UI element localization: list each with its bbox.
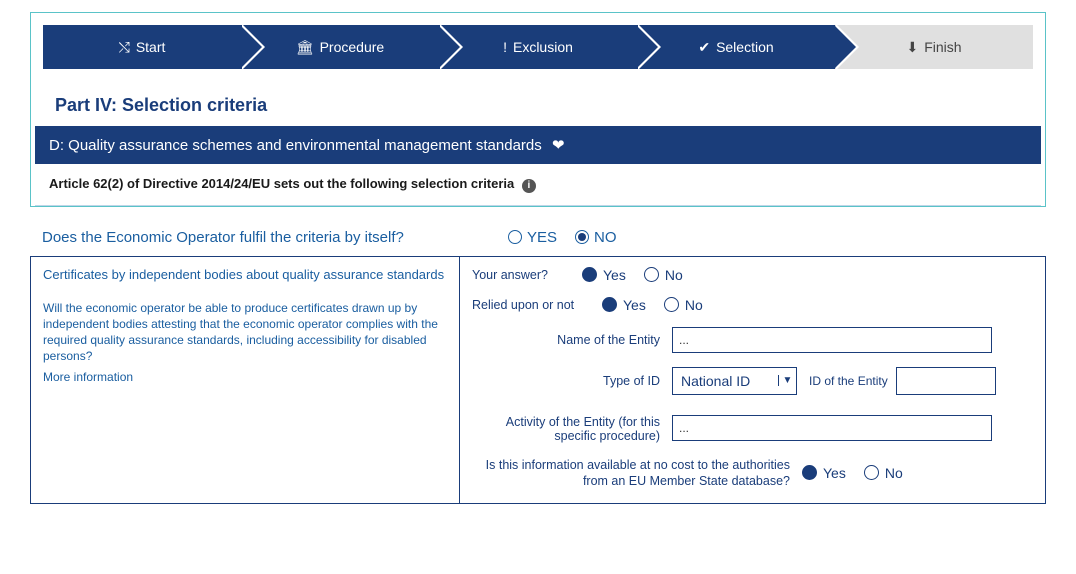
step-start[interactable]: ⤭ Start: [43, 25, 241, 69]
more-information-link[interactable]: More information: [43, 370, 447, 384]
radio-icon: [508, 230, 522, 244]
section-header[interactable]: D: Quality assurance schemes and environ…: [35, 126, 1041, 164]
info-icon[interactable]: i: [522, 179, 536, 193]
name-entity-input[interactable]: [672, 327, 992, 353]
availability-no[interactable]: No: [864, 465, 903, 481]
step-bar: ⤭Start 🏛Procedure !Exclusion ✔Selection …: [43, 25, 1033, 69]
section-header-text: D: Quality assurance schemes and environ…: [49, 137, 542, 154]
right-panel: Your answer? Yes No Relied upon or not Y…: [460, 256, 1046, 505]
step-label: Exclusion: [513, 39, 573, 55]
radio-label: NO: [594, 229, 617, 246]
type-id-row: Type of ID National ID ▼ ID of the Entit…: [472, 367, 1033, 395]
fulfil-radio-group: YES NO: [508, 229, 617, 246]
radio-icon: [644, 267, 659, 282]
your-answer-label: Your answer?: [472, 268, 582, 282]
activity-row: Activity of the Entity (for this specifi…: [472, 415, 1033, 443]
activity-input[interactable]: [672, 415, 992, 441]
check-circle-icon: ✔: [698, 39, 710, 56]
relied-label: Relied upon or not: [472, 298, 602, 312]
step-label: Finish: [924, 39, 961, 55]
name-entity-row: Name of the Entity: [472, 327, 1033, 353]
radio-icon: [582, 267, 597, 282]
availability-radio-group: Yes No: [802, 465, 903, 481]
step-selection[interactable]: ✔ Selection: [637, 25, 835, 69]
step-finish[interactable]: ⬇ Finish: [835, 25, 1033, 69]
relied-row: Relied upon or not Yes No: [472, 297, 1033, 313]
step-label: Procedure: [320, 39, 385, 55]
shuffle-icon: ⤭: [119, 39, 130, 56]
step-label: Start: [136, 39, 166, 55]
your-answer-row: Your answer? Yes No: [472, 267, 1033, 283]
part-title: Part IV: Selection criteria: [31, 81, 1045, 126]
radio-icon: [664, 297, 679, 312]
article-criteria-row: Article 62(2) of Directive 2014/24/EU se…: [35, 164, 1041, 206]
detail-panels: Certificates by independent bodies about…: [30, 256, 1046, 505]
availability-row: Is this information available at no cost…: [472, 457, 1033, 490]
id-entity-input[interactable]: [896, 367, 996, 395]
your-answer-no[interactable]: No: [644, 267, 683, 283]
your-answer-yes[interactable]: Yes: [582, 267, 626, 283]
fulfil-no-option[interactable]: NO: [575, 229, 617, 246]
type-id-label: Type of ID: [472, 374, 672, 388]
exclamation-icon: !: [503, 39, 507, 55]
your-answer-radio-group: Yes No: [582, 267, 683, 283]
activity-label: Activity of the Entity (for this specifi…: [472, 415, 672, 443]
left-panel: Certificates by independent bodies about…: [30, 256, 460, 505]
criteria-body: Will the economic operator be able to pr…: [43, 300, 447, 365]
radio-label: No: [685, 297, 703, 313]
availability-label: Is this information available at no cost…: [472, 457, 802, 490]
fulfil-question-text: Does the Economic Operator fulfil the cr…: [38, 229, 508, 246]
radio-icon: [602, 297, 617, 312]
radio-label: Yes: [823, 465, 846, 481]
radio-label: Yes: [603, 267, 626, 283]
radio-label: YES: [527, 229, 557, 246]
availability-yes[interactable]: Yes: [802, 465, 846, 481]
radio-icon: [575, 230, 589, 244]
radio-icon: [864, 465, 879, 480]
step-procedure[interactable]: 🏛 Procedure: [241, 25, 439, 69]
relied-radio-group: Yes No: [602, 297, 703, 313]
criteria-heading: Certificates by independent bodies about…: [43, 267, 447, 282]
main-container: ⤭Start 🏛Procedure !Exclusion ✔Selection …: [30, 12, 1046, 207]
type-id-value: National ID: [673, 373, 778, 389]
fulfil-question-row: Does the Economic Operator fulfil the cr…: [30, 219, 1046, 256]
radio-label: Yes: [623, 297, 646, 313]
relied-no[interactable]: No: [664, 297, 703, 313]
fulfil-yes-option[interactable]: YES: [508, 229, 557, 246]
chevron-down-icon: ▼: [778, 375, 796, 386]
radio-icon: [802, 465, 817, 480]
article-text: Article 62(2) of Directive 2014/24/EU se…: [49, 176, 514, 191]
chevron-down-icon: ❤: [552, 137, 565, 154]
relied-yes[interactable]: Yes: [602, 297, 646, 313]
name-entity-label: Name of the Entity: [472, 333, 672, 347]
download-icon: ⬇: [906, 39, 918, 56]
radio-label: No: [885, 465, 903, 481]
radio-label: No: [665, 267, 683, 283]
id-entity-label: ID of the Entity: [809, 374, 888, 388]
step-label: Selection: [716, 39, 774, 55]
type-id-select[interactable]: National ID ▼: [672, 367, 797, 395]
building-icon: 🏛: [296, 39, 314, 56]
step-exclusion[interactable]: ! Exclusion: [439, 25, 637, 69]
